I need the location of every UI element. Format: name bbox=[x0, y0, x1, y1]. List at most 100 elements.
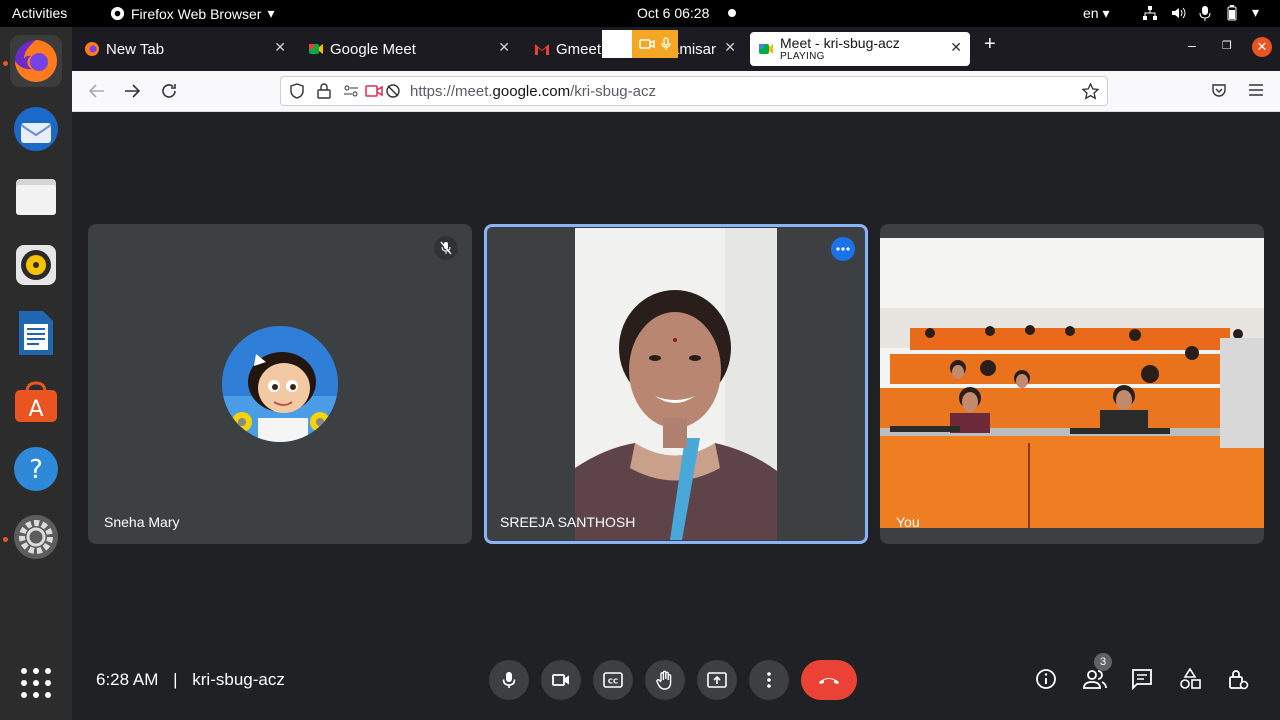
svg-text:CC: CC bbox=[608, 678, 618, 686]
meeting-details-icon[interactable] bbox=[1035, 668, 1057, 690]
network-icon bbox=[1143, 5, 1157, 20]
notification-dot bbox=[728, 9, 736, 17]
dock-writer[interactable] bbox=[10, 307, 62, 359]
dock-settings[interactable] bbox=[10, 511, 62, 563]
forward-icon[interactable] bbox=[123, 82, 141, 100]
tab-label: Meet - kri-sbug-acz bbox=[780, 35, 900, 51]
activities-button[interactable]: Activities bbox=[12, 5, 67, 21]
end-call-icon bbox=[819, 678, 839, 684]
dock-thunderbird[interactable] bbox=[10, 103, 62, 155]
participant-name: SREEJA SANTHOSH bbox=[500, 514, 636, 530]
close-tab-icon[interactable]: ✕ bbox=[950, 39, 962, 56]
dock-help[interactable]: ? bbox=[10, 443, 62, 495]
more-options-button[interactable] bbox=[831, 237, 855, 261]
participant-tile-speaking[interactable]: SREEJA SANTHOSH bbox=[484, 224, 868, 544]
url-bar[interactable]: https://meet.google.com/kri-sbug-acz bbox=[280, 76, 1108, 106]
camera-in-use-icon[interactable] bbox=[365, 84, 383, 98]
system-top-bar: Activities Firefox Web Browser ▾ Oct 6 0… bbox=[0, 0, 1280, 27]
new-tab-button[interactable]: + bbox=[984, 33, 996, 56]
clock[interactable]: Oct 6 06:28 bbox=[637, 5, 709, 21]
tab-playing-label: PLAYING bbox=[780, 51, 825, 62]
more-horizontal-icon bbox=[836, 247, 850, 251]
language-indicator[interactable]: en ▾ bbox=[1083, 5, 1110, 22]
app-menu[interactable]: Firefox Web Browser ▾ bbox=[110, 5, 274, 22]
google-meet-icon bbox=[759, 44, 773, 54]
dock: A ? bbox=[0, 27, 72, 720]
meeting-time: 6:28 AM bbox=[96, 670, 159, 689]
activities-icon[interactable] bbox=[1179, 668, 1201, 690]
tab-new-tab[interactable]: New Tab ✕ bbox=[74, 32, 294, 66]
shield-icon[interactable] bbox=[289, 83, 305, 99]
menu-icon[interactable] bbox=[1248, 82, 1264, 98]
gmail-icon bbox=[535, 44, 549, 55]
more-vertical-icon bbox=[767, 672, 771, 688]
svg-text:?: ? bbox=[29, 455, 43, 485]
dock-rhythmbox[interactable] bbox=[10, 239, 62, 291]
muted-indicator bbox=[434, 236, 458, 260]
separator: | bbox=[173, 670, 178, 689]
self-tile[interactable]: You bbox=[880, 224, 1264, 544]
meeting-info: 6:28 AM | kri-sbug-acz bbox=[96, 670, 285, 690]
tab-meet-active[interactable]: Meet - kri-sbug-acz PLAYING ✕ bbox=[750, 32, 970, 66]
svg-text:A: A bbox=[28, 397, 43, 422]
host-controls-icon[interactable] bbox=[1227, 668, 1249, 690]
closed-captions-icon: CC bbox=[603, 672, 623, 688]
minimize-button[interactable]: – bbox=[1188, 37, 1196, 53]
reload-icon[interactable] bbox=[160, 82, 178, 100]
lock-icon[interactable] bbox=[317, 83, 331, 99]
chevron-down-icon: ▾ bbox=[267, 5, 275, 21]
google-meet-icon bbox=[309, 44, 323, 54]
help-icon: ? bbox=[14, 447, 58, 491]
autoplay-blocked-icon[interactable] bbox=[385, 83, 401, 99]
avatar bbox=[222, 326, 338, 442]
files-icon bbox=[16, 179, 56, 215]
permissions-icon[interactable] bbox=[343, 84, 359, 98]
maximize-button[interactable]: ❐ bbox=[1222, 39, 1232, 52]
tab-google-meet[interactable]: Google Meet ✕ bbox=[298, 32, 518, 66]
people-icon[interactable] bbox=[1083, 668, 1107, 690]
participant-video bbox=[575, 228, 777, 540]
participant-name: You bbox=[896, 514, 920, 530]
participant-tile[interactable]: Sneha Mary bbox=[88, 224, 472, 544]
chat-icon[interactable] bbox=[1131, 668, 1153, 690]
more-options-button[interactable] bbox=[749, 660, 789, 700]
present-screen-icon bbox=[707, 672, 727, 688]
pocket-icon[interactable] bbox=[1211, 82, 1227, 98]
meeting-code: kri-sbug-acz bbox=[192, 670, 285, 689]
close-tab-icon[interactable]: ✕ bbox=[498, 39, 510, 56]
bookmark-star-icon[interactable] bbox=[1082, 83, 1099, 100]
rhythmbox-icon bbox=[16, 245, 56, 285]
close-tab-icon[interactable]: ✕ bbox=[724, 39, 736, 56]
system-tray[interactable]: ▾ bbox=[1142, 4, 1259, 21]
firefox-tab-icon bbox=[85, 42, 99, 56]
show-applications[interactable] bbox=[10, 657, 62, 709]
leave-call-button[interactable] bbox=[801, 660, 857, 700]
firefox-small-icon bbox=[110, 6, 125, 21]
microphone-button[interactable] bbox=[489, 660, 529, 700]
meet-stage: Sneha Mary SREEJA SANTHOSH You 6:28 AM |… bbox=[72, 112, 1280, 720]
volume-icon bbox=[1172, 7, 1186, 18]
settings-icon bbox=[14, 515, 58, 559]
raise-hand-button[interactable] bbox=[645, 660, 685, 700]
mic-off-icon bbox=[440, 241, 452, 255]
running-indicator bbox=[3, 61, 8, 66]
dock-files[interactable] bbox=[10, 171, 62, 223]
present-button[interactable] bbox=[697, 660, 737, 700]
url-text[interactable]: https://meet.google.com/kri-sbug-acz bbox=[410, 83, 656, 100]
participant-count-badge: 3 bbox=[1094, 653, 1112, 671]
camera-sharing-icon bbox=[639, 39, 655, 49]
camera-button[interactable] bbox=[541, 660, 581, 700]
back-icon[interactable] bbox=[88, 82, 106, 100]
close-tab-icon[interactable]: ✕ bbox=[274, 39, 286, 56]
software-icon: A bbox=[15, 381, 57, 422]
running-indicator bbox=[3, 537, 8, 542]
firefox-icon bbox=[15, 40, 57, 82]
chevron-down-icon: ▾ bbox=[1252, 4, 1260, 20]
navigation-bar: https://meet.google.com/kri-sbug-acz bbox=[72, 71, 1280, 112]
sharing-indicator[interactable] bbox=[602, 30, 678, 58]
captions-button[interactable]: CC bbox=[593, 660, 633, 700]
dock-software[interactable]: A bbox=[10, 375, 62, 427]
dock-firefox[interactable] bbox=[10, 35, 62, 87]
window-close-button[interactable]: ✕ bbox=[1252, 37, 1272, 57]
microphone-icon bbox=[502, 672, 516, 688]
